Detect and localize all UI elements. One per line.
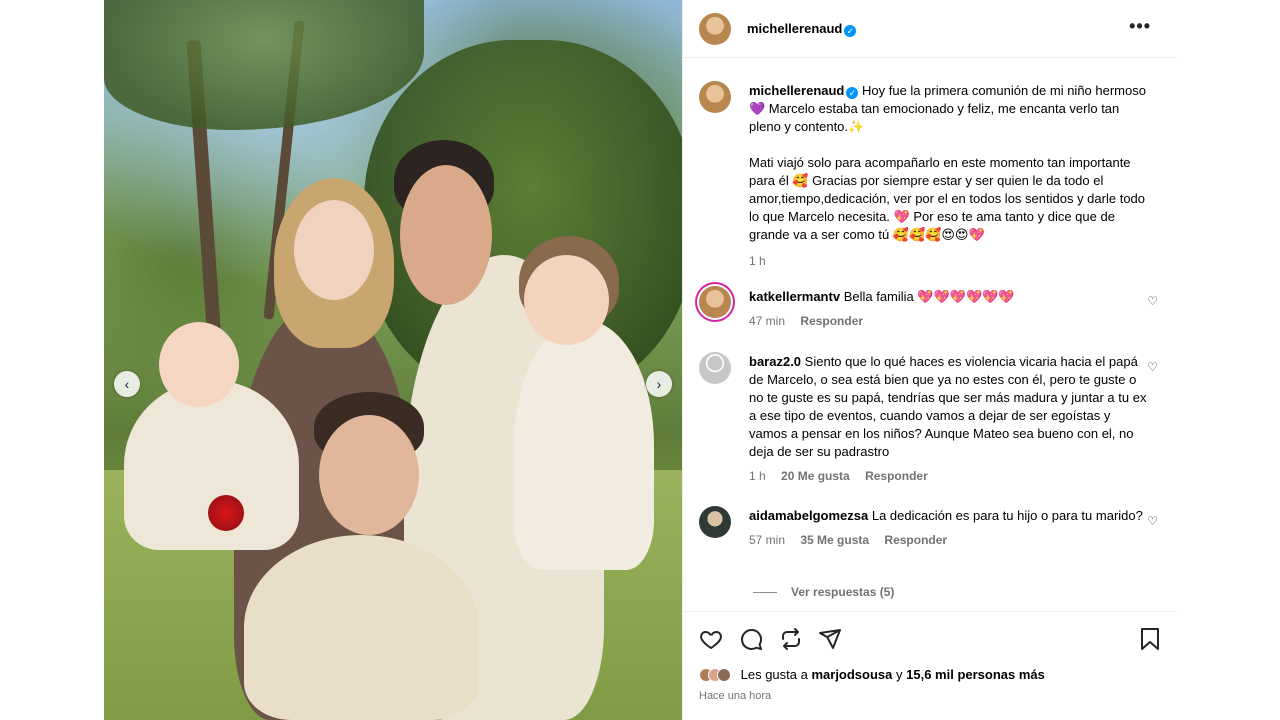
send-icon[interactable] (817, 626, 843, 652)
comment-username[interactable]: baraz2.0 (749, 354, 801, 369)
action-bar: Les gusta a marjodsousa y 15,6 mil perso… (683, 611, 1177, 720)
likes-middle: y (896, 667, 903, 682)
foliage (104, 0, 424, 130)
next-photo-button[interactable]: › (646, 371, 672, 397)
author-username[interactable]: michellerenaud (747, 21, 842, 36)
share-icon[interactable] (778, 626, 804, 652)
comment-time: 47 min (749, 314, 786, 328)
comment-time: 57 min (749, 533, 786, 547)
reply-button[interactable]: Responder (865, 469, 928, 483)
caption-avatar[interactable] (699, 81, 731, 113)
post-photo: ‹ › (104, 0, 682, 720)
likes-summary: Les gusta a marjodsousa y 15,6 mil perso… (699, 667, 1045, 682)
comment-username[interactable]: aidamabelgomezsa (749, 508, 868, 523)
comment-avatar[interactable] (699, 352, 731, 384)
like-comment-heart-icon[interactable]: ♡ (1147, 294, 1158, 308)
caption-username[interactable]: michellerenaud (749, 83, 844, 98)
toddler-face (524, 255, 609, 345)
comment-time: 1 h (749, 469, 766, 483)
like-comment-heart-icon[interactable]: ♡ (1147, 514, 1158, 528)
woman-face (294, 200, 374, 300)
likes-prefix: Les gusta a (740, 667, 808, 682)
comment-icon[interactable] (738, 626, 764, 652)
previous-photo-button[interactable]: ‹ (114, 371, 140, 397)
comment-text: La dedicación es para tu hijo o para tu … (871, 508, 1143, 523)
liker-avatar (717, 668, 731, 682)
post-panel: michellerenaud ✓ ••• michellerenaud ✓ Hoy … (682, 0, 1177, 720)
comment-avatar[interactable] (699, 286, 731, 318)
comment-item: katkellermantv Bella familia 💖💖💖💖💖💖 47 m… (749, 288, 1149, 330)
boy-face (319, 415, 419, 535)
comment-username[interactable]: katkellermantv (749, 289, 840, 304)
author-block: michellerenaud ✓ (747, 20, 857, 38)
author-avatar[interactable] (699, 13, 731, 45)
post-timestamp: Hace una hora (699, 690, 772, 702)
caption-text-2: Mati viajó solo para acompañarlo en este… (749, 155, 1146, 242)
view-replies-button[interactable]: Ver respuestas (5) (753, 585, 894, 599)
heart-icon[interactable] (698, 626, 724, 652)
comment-item: aidamabelgomezsa La dedicación es para t… (749, 507, 1149, 549)
bookmark-icon[interactable] (1137, 626, 1163, 652)
reply-button[interactable]: Responder (884, 533, 947, 547)
comment-avatar[interactable] (699, 506, 731, 538)
verified-badge-icon: ✓ (844, 25, 857, 37)
comment-text: Bella familia 💖💖💖💖💖💖 (843, 289, 1015, 304)
view-replies-label: Ver respuestas (5) (791, 585, 895, 599)
post-caption: michellerenaud ✓ Hoy fue la primera comun… (749, 82, 1149, 270)
divider (753, 592, 777, 594)
reply-button[interactable]: Responder (800, 314, 863, 328)
verified-badge-icon: ✓ (846, 87, 859, 99)
baby-face (159, 322, 239, 407)
comment-likes[interactable]: 35 Me gusta (800, 533, 869, 547)
man-face (400, 165, 492, 305)
red-flower (208, 495, 244, 531)
caption-time: 1 h (749, 254, 766, 268)
toddler-outfit (514, 320, 654, 570)
liker-username[interactable]: marjodsousa (811, 667, 892, 682)
comment-likes[interactable]: 20 Me gusta (781, 469, 850, 483)
boy-suit (244, 535, 479, 720)
comment-item: baraz2.0 Siento que lo qué haces es viol… (749, 353, 1149, 485)
post-header: michellerenaud ✓ ••• (683, 0, 1177, 58)
likes-count[interactable]: 15,6 mil personas más (906, 667, 1045, 682)
like-comment-heart-icon[interactable]: ♡ (1147, 360, 1158, 374)
comment-text: Siento que lo qué haces es violencia vic… (749, 354, 1147, 459)
more-options-icon[interactable]: ••• (1129, 16, 1151, 37)
